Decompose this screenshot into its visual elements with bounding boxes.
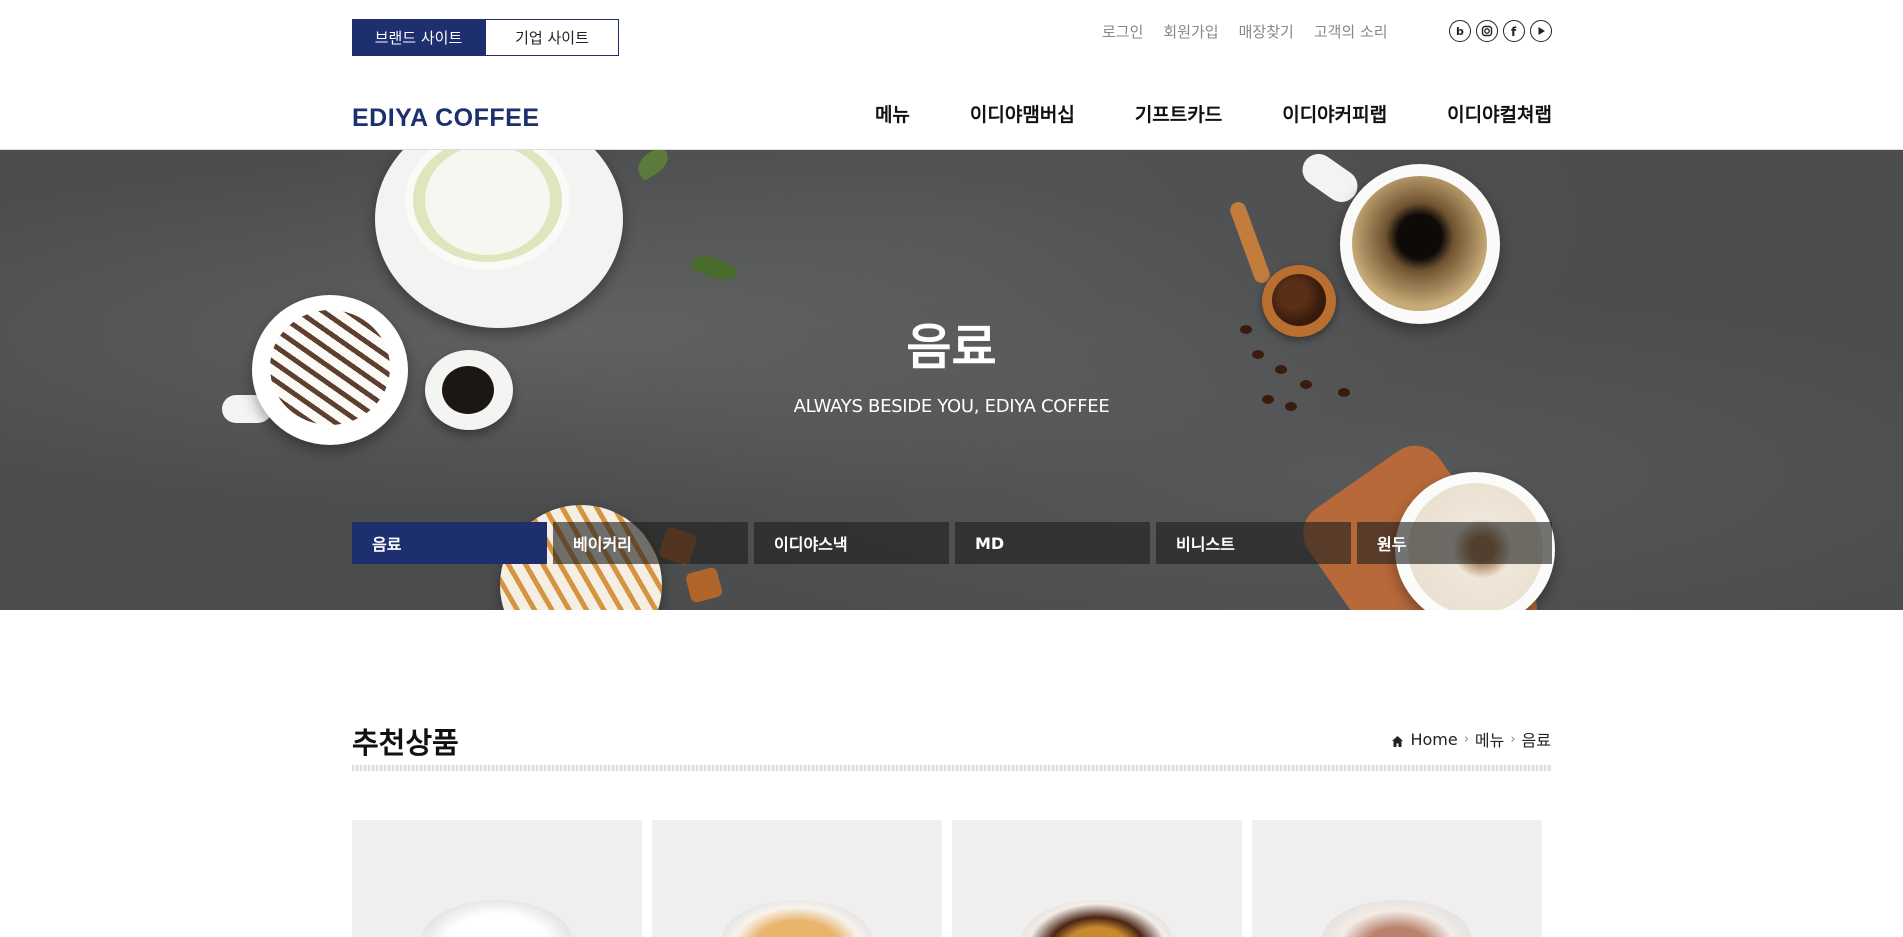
instagram-icon[interactable] — [1476, 20, 1498, 42]
category-tab-md[interactable]: MD — [955, 522, 1150, 564]
tea-leaf-image — [632, 150, 674, 182]
hero-title: 음료 — [906, 319, 997, 376]
coffee-bean-image — [1300, 380, 1312, 389]
blog-icon[interactable]: b — [1449, 20, 1471, 42]
category-tab-beans[interactable]: 원두 — [1357, 522, 1552, 564]
hero-subtitle: ALWAYS BESIDE YOU, EDIYA COFFEE — [793, 396, 1110, 417]
product-list — [352, 820, 1542, 937]
ediya-logo[interactable]: EDIYA COFFEE — [352, 104, 540, 133]
category-tabs: 음료 베이커리 이디야스낵 MD 비니스트 원두 — [352, 522, 1552, 564]
signup-link[interactable]: 회원가입 — [1163, 22, 1218, 42]
nav-item-giftcard[interactable]: 기프트카드 — [1135, 102, 1222, 128]
product-card[interactable] — [352, 820, 642, 937]
corporate-site-tab[interactable]: 기업 사이트 — [485, 19, 619, 56]
caramel-image — [684, 566, 724, 604]
store-finder-link[interactable]: 매장찾기 — [1239, 22, 1294, 42]
breadcrumb-home[interactable]: Home — [1410, 730, 1457, 749]
main-nav: 메뉴 이디야맴버십 기프트카드 이디야커피랩 이디야컬쳐랩 — [875, 102, 1552, 128]
svg-text:f: f — [1511, 25, 1517, 37]
chevron-right-icon: › — [1463, 731, 1469, 747]
sns-links: b f — [1449, 20, 1552, 42]
americano-image — [1352, 176, 1487, 311]
youtube-icon[interactable] — [1530, 20, 1552, 42]
breadcrumb-current: 음료 — [1521, 731, 1551, 750]
login-link[interactable]: 로그인 — [1102, 22, 1143, 42]
facebook-icon[interactable]: f — [1503, 20, 1525, 42]
product-image — [1022, 900, 1172, 937]
svg-text:b: b — [1456, 25, 1464, 37]
site-switcher: 브랜드 사이트 기업 사이트 — [352, 19, 619, 56]
matcha-foam-image — [425, 150, 550, 255]
category-tab-beanist[interactable]: 비니스트 — [1156, 522, 1351, 564]
nav-item-membership[interactable]: 이디야맴버십 — [970, 102, 1075, 128]
product-card[interactable] — [952, 820, 1242, 937]
category-tab-beverage[interactable]: 음료 — [352, 522, 547, 564]
section-divider — [352, 765, 1552, 771]
product-image — [1322, 900, 1472, 937]
hero-banner: 음료 ALWAYS BESIDE YOU, EDIYA COFFEE 음료 베이… — [0, 150, 1903, 610]
nav-item-culture-lab[interactable]: 이디야컬쳐랩 — [1447, 102, 1552, 128]
tea-leaf-image — [689, 249, 739, 287]
product-image — [422, 900, 572, 937]
product-card[interactable] — [652, 820, 942, 937]
category-tab-snack[interactable]: 이디야스낵 — [754, 522, 949, 564]
section-title: 추천상품 — [352, 726, 459, 760]
breadcrumb-menu[interactable]: 메뉴 — [1475, 727, 1504, 751]
product-card[interactable] — [1252, 820, 1542, 937]
chevron-right-icon: › — [1510, 731, 1516, 747]
customer-voice-link[interactable]: 고객의 소리 — [1314, 22, 1388, 42]
brand-site-tab[interactable]: 브랜드 사이트 — [352, 19, 485, 56]
product-image — [722, 900, 872, 937]
nav-item-menu[interactable]: 메뉴 — [875, 102, 910, 128]
nav-item-coffee-lab[interactable]: 이디야커피랩 — [1282, 102, 1387, 128]
home-icon — [1391, 733, 1404, 747]
category-tab-bakery[interactable]: 베이커리 — [553, 522, 748, 564]
util-links: 로그인 회원가입 매장찾기 고객의 소리 — [1102, 22, 1388, 42]
breadcrumb: Home › 메뉴 › 음료 — [1391, 727, 1551, 751]
scoop-handle-image — [1227, 199, 1273, 286]
